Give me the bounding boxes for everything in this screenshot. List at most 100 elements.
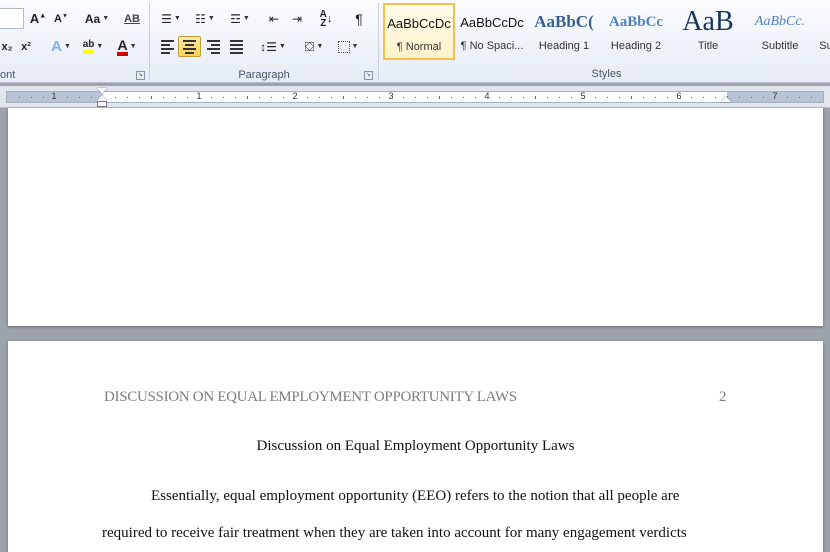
bullets-button[interactable]: ☰ ▼: [156, 8, 186, 29]
decrease-indent-button[interactable]: ⇤: [264, 8, 284, 29]
style-name: Su: [819, 40, 830, 52]
ruler-dot: [31, 97, 32, 98]
change-case-button[interactable]: Aa ▼: [82, 8, 112, 29]
ruler-dot: [187, 97, 188, 98]
style-subtle-emphasis[interactable]: Su: [816, 3, 830, 60]
ruler-dot: [571, 97, 572, 98]
align-left-icon: [160, 39, 174, 54]
font-dialog-launcher-icon[interactable]: ↘: [136, 71, 145, 80]
superscript-button[interactable]: x²: [17, 36, 35, 57]
font-size-input[interactable]: [0, 8, 24, 29]
font-color-button[interactable]: A ▼: [112, 36, 142, 57]
numbering-icon: ☷: [195, 11, 206, 26]
first-line-indent-marker[interactable]: [97, 88, 107, 94]
show-hide-marks-button[interactable]: ¶: [349, 8, 369, 29]
ruler-dot: [511, 97, 512, 98]
ruler-number: 4: [484, 91, 490, 101]
horizontal-ruler[interactable]: 1 1 2 3 4 5 6 7: [0, 86, 830, 108]
chevron-down-icon: ▼: [102, 15, 110, 22]
shading-button[interactable]: ⛋ ▼: [298, 36, 330, 57]
grow-font-icon: A▲: [29, 11, 47, 26]
document-page-1[interactable]: [8, 108, 823, 326]
style-no-spacing[interactable]: AaBbCcDc ¶ No Spaci...: [456, 3, 528, 60]
chevron-down-icon: ▼: [129, 43, 137, 50]
ruler-track: 1 1 2 3 4 5 6 7: [6, 91, 824, 103]
ruler-dot: [355, 97, 356, 98]
ruler-dot: [619, 97, 620, 98]
ruler-dot: [331, 97, 332, 98]
chevron-down-icon: ▼: [96, 43, 104, 50]
clear-formatting-icon: AB: [124, 12, 140, 25]
align-center-icon: [183, 39, 196, 54]
page-number: 2: [719, 389, 727, 405]
chevron-down-icon: ▼: [63, 43, 71, 50]
style-heading-2[interactable]: AaBbCc Heading 2: [600, 3, 672, 60]
borders-icon: [337, 40, 350, 53]
align-left-button[interactable]: [156, 36, 178, 57]
ruler-dot: [79, 97, 80, 98]
shrink-font-button[interactable]: A▼: [51, 8, 71, 29]
document-page-2[interactable]: DISCUSSION ON EQUAL EMPLOYMENT OPPORTUNI…: [8, 341, 823, 552]
left-indent-marker[interactable]: [97, 101, 107, 107]
ruler-dot: [559, 97, 560, 98]
ruler-number: 6: [676, 91, 682, 101]
ruler-dot: [643, 97, 644, 98]
style-title[interactable]: AaB Title: [672, 3, 744, 60]
ruler-dot: [235, 97, 236, 98]
ruler-dot: [283, 97, 284, 98]
multilevel-list-button[interactable]: ☲ ▼: [224, 8, 256, 29]
ruler-dot: [655, 97, 656, 98]
ruler-dot: [607, 97, 608, 98]
style-name: Heading 1: [538, 40, 590, 52]
style-name: Title: [697, 40, 719, 52]
ruler-dot: [19, 97, 20, 98]
highlight-button[interactable]: ab ▼: [78, 36, 108, 57]
right-indent-marker[interactable]: [721, 96, 731, 102]
paint-bucket-icon: ⛋: [304, 38, 315, 54]
ruler-dot: [595, 97, 596, 98]
numbering-button[interactable]: ☷ ▼: [190, 8, 220, 29]
superscript-icon: x²: [21, 40, 31, 53]
ruler-tick: [151, 96, 152, 99]
ruler-number: 2: [292, 91, 298, 101]
clear-formatting-button[interactable]: AB: [122, 8, 142, 29]
body-text-line: required to receive fair treatment when …: [102, 525, 687, 541]
ruler-tick: [247, 96, 248, 99]
text-effects-button[interactable]: A ▼: [48, 36, 74, 57]
document-title: Discussion on Equal Employment Opportuni…: [256, 438, 575, 454]
chevron-down-icon: ▼: [278, 43, 286, 50]
justify-icon: [229, 39, 243, 54]
grow-font-button[interactable]: A▲: [28, 8, 48, 29]
ruler-dot: [211, 97, 212, 98]
align-right-button[interactable]: [202, 36, 224, 57]
highlighter-icon: ab: [82, 39, 95, 54]
justify-button[interactable]: [225, 36, 247, 57]
ruler-dot: [547, 97, 548, 98]
styles-group-label: Styles: [591, 68, 622, 80]
paragraph-dialog-launcher-icon[interactable]: ↘: [364, 71, 373, 80]
running-head: DISCUSSION ON EQUAL EMPLOYMENT OPPORTUNI…: [104, 389, 517, 405]
line-spacing-button[interactable]: ↕☰ ▼: [258, 36, 288, 57]
increase-indent-button[interactable]: ⇥: [287, 8, 307, 29]
ruler-number: 1: [51, 91, 57, 101]
ruler-dot: [175, 97, 176, 98]
pilcrow-icon: ¶: [355, 10, 363, 27]
ruler-dot: [715, 97, 716, 98]
align-center-button[interactable]: [178, 36, 201, 57]
style-preview: AaBbCc: [608, 13, 664, 30]
ruler-dot: [259, 97, 260, 98]
style-heading-1[interactable]: AaBbC( Heading 1: [528, 3, 600, 60]
subscript-button[interactable]: x₂: [0, 36, 14, 57]
borders-button[interactable]: ▼: [333, 36, 363, 57]
sort-button[interactable]: A Z ↓: [315, 8, 337, 29]
ruler-dot: [307, 97, 308, 98]
style-subtitle[interactable]: AaBbCc. Subtitle: [744, 3, 816, 60]
style-normal[interactable]: AaBbCcDc ¶ Normal: [383, 3, 455, 60]
ribbon: A▲ A▼ Aa ▼ AB x₂ x² A ▼ ab ▼ A ▼ ont ↘ ☰…: [0, 0, 830, 83]
ruler-dot: [475, 97, 476, 98]
ruler-tick: [535, 96, 536, 99]
ruler-dot: [91, 97, 92, 98]
style-preview: AaBbCcDc: [460, 14, 524, 30]
align-right-icon: [206, 39, 220, 54]
style-name: ¶ No Spaci...: [460, 40, 524, 52]
